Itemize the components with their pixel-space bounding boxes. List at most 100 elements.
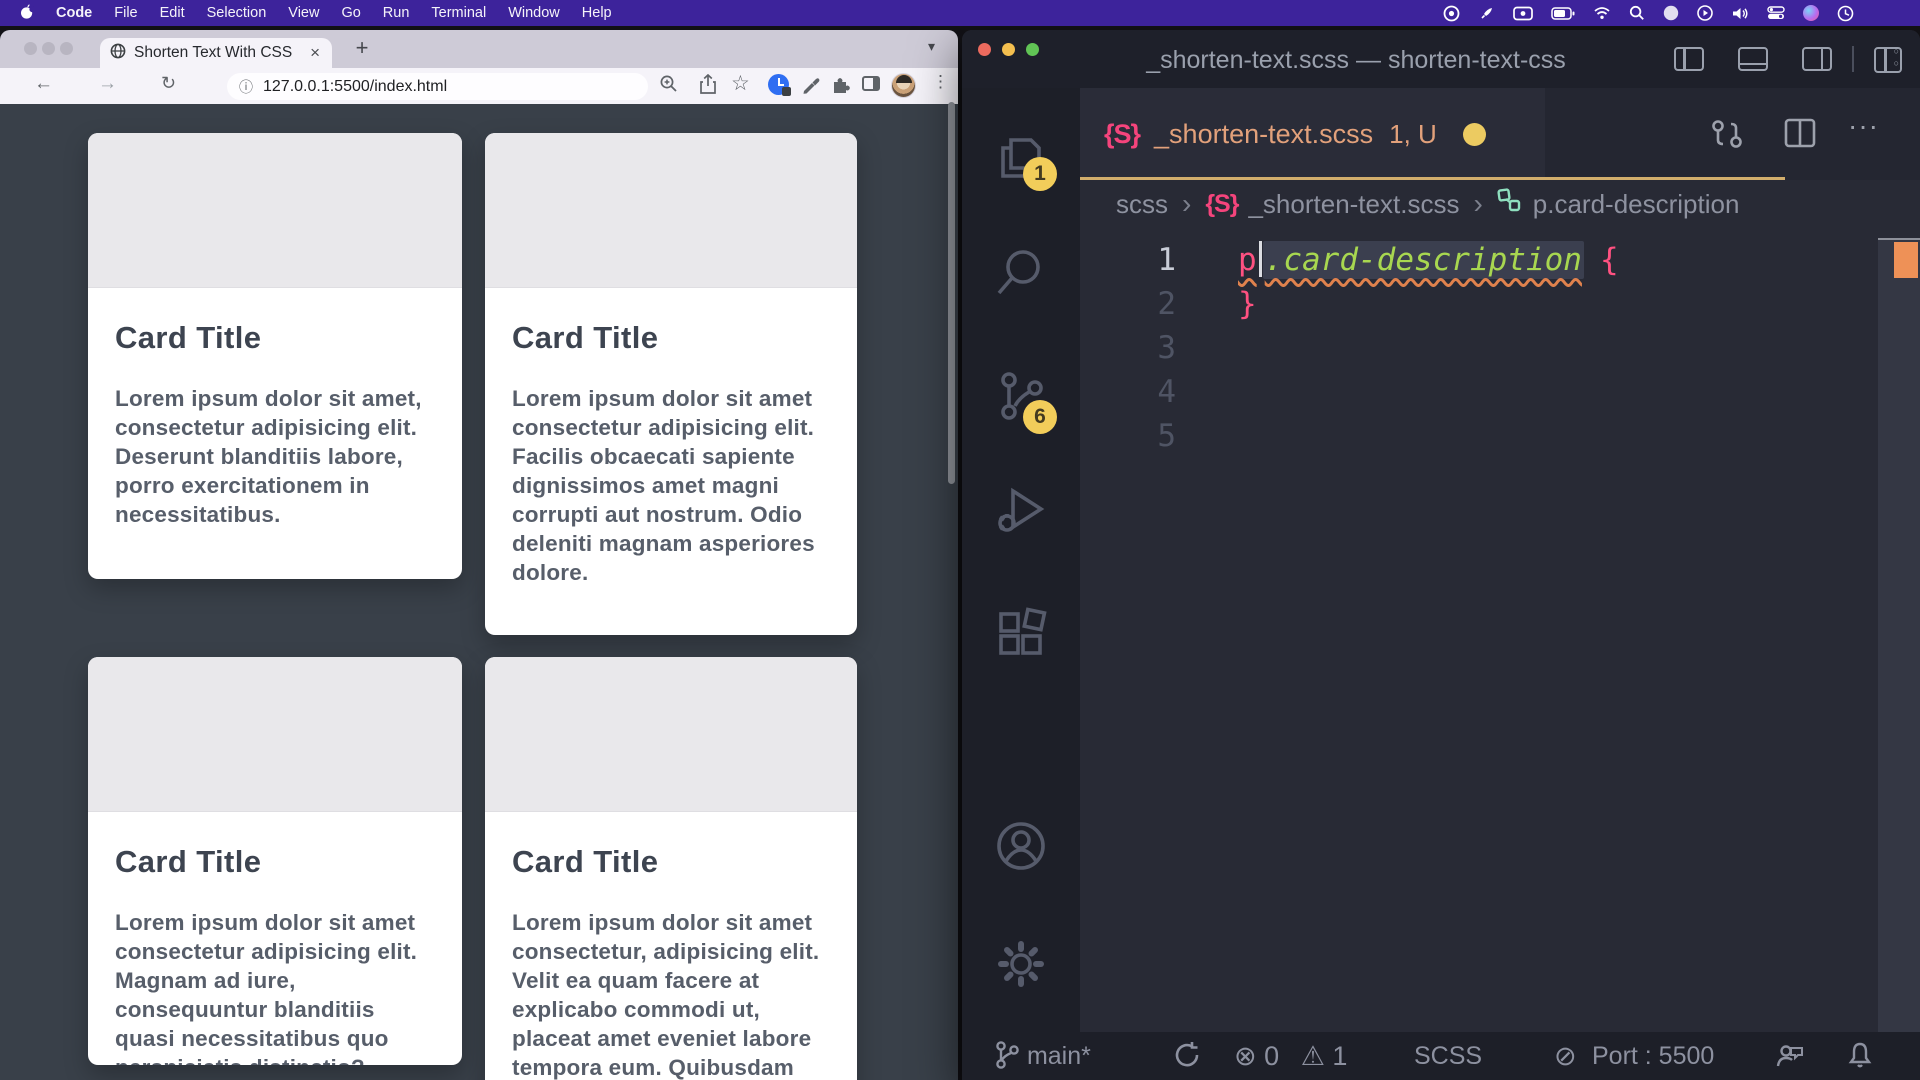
status-bar: main* ⊗ 0 ⚠ 1 SCSS ⊘ Port : 5500 [962, 1032, 1920, 1080]
language-mode-item[interactable]: SCSS [1414, 1032, 1482, 1080]
window-title: _shorten-text.scss — shorten-text-css [962, 30, 1835, 88]
customize-layout-icon[interactable] [1874, 47, 1902, 73]
screen-record-icon[interactable] [1513, 6, 1533, 21]
card-description: Lorem ipsum dolor sit amet consectetur, … [512, 908, 830, 1080]
search-icon[interactable] [993, 243, 1049, 299]
breadcrumbs: scss › {S} _shorten-text.scss › p.card-d… [1080, 180, 1920, 228]
extension-timer-icon[interactable] [768, 74, 789, 95]
card-description: Lorem ipsum dolor sit amet consectetur a… [115, 908, 435, 1065]
card-title: Card Title [512, 320, 830, 356]
menu-help[interactable]: Help [582, 5, 612, 21]
rocket-icon[interactable] [1478, 5, 1495, 22]
menu-file[interactable]: File [114, 5, 137, 21]
spotlight-search-icon[interactable] [1629, 5, 1645, 21]
browser-menu-icon[interactable]: ⋮ [932, 72, 949, 92]
menu-run[interactable]: Run [383, 5, 410, 21]
problems-item[interactable]: ⊗ 0 ⚠ 1 [1234, 1032, 1347, 1080]
git-branch-item[interactable]: main* [994, 1032, 1091, 1080]
side-panel-icon[interactable] [862, 76, 880, 91]
browser-tab-strip: Shorten Text With CSS × + ▾ [0, 30, 958, 68]
breadcrumb-symbol[interactable]: p.card-description [1533, 189, 1740, 220]
token-tag: p [1238, 242, 1257, 278]
colorpicker-extension-icon[interactable] [801, 74, 821, 99]
clock-menu-icon[interactable] [1837, 5, 1854, 22]
address-bar[interactable]: ⓘ 127.0.0.1:5500/index.html [227, 73, 648, 100]
more-actions-icon[interactable]: ··· [1848, 110, 1879, 142]
site-info-icon[interactable]: ⓘ [239, 77, 253, 97]
toggle-sidebar-icon[interactable] [1674, 47, 1704, 71]
new-tab-button[interactable]: + [348, 34, 376, 62]
share-icon[interactable] [699, 74, 717, 100]
close-window-button[interactable] [24, 42, 37, 55]
editor-scrollbar[interactable] [1878, 238, 1920, 1032]
code-editor[interactable]: 1 2 3 4 5 p.card-description{ } [1080, 228, 1920, 1032]
titlebar-separator [1852, 46, 1854, 72]
favicon-globe-icon [110, 43, 126, 64]
bookmark-star-icon[interactable]: ☆ [731, 71, 750, 96]
menu-view[interactable]: View [288, 5, 319, 21]
settings-gear-icon[interactable] [993, 936, 1049, 992]
minimize-window-button[interactable] [42, 42, 55, 55]
menu-go[interactable]: Go [341, 5, 360, 21]
toggle-panel-icon[interactable] [1738, 47, 1768, 71]
split-editor-icon[interactable] [1784, 118, 1816, 153]
menu-window[interactable]: Window [508, 5, 560, 21]
card-description: Lorem ipsum dolor sit amet consectetur a… [512, 384, 830, 587]
lock-badge-icon [782, 87, 791, 96]
circle-slash-icon: ⊘ [1554, 1032, 1577, 1080]
wifi-icon[interactable] [1593, 6, 1611, 20]
zoom-window-button[interactable] [60, 42, 73, 55]
extensions-puzzle-icon[interactable] [830, 74, 851, 100]
card-image-placeholder [485, 133, 857, 288]
activity-bar: 1 6 [962, 88, 1080, 1032]
line-number: 5 [1080, 414, 1176, 458]
editor-tab[interactable]: {S} _shorten-text.scss 1, U [1080, 88, 1545, 180]
forward-button[interactable]: → [98, 73, 117, 95]
profile-avatar[interactable] [891, 73, 916, 98]
feedback-person-icon[interactable] [1774, 1032, 1804, 1080]
browser-scrollbar[interactable] [948, 102, 955, 484]
card-image-placeholder [88, 133, 462, 288]
open-changes-icon[interactable] [1710, 118, 1744, 155]
control-center-icon[interactable] [1767, 6, 1785, 20]
notifications-bell-icon[interactable] [1846, 1032, 1874, 1080]
line-number: 4 [1080, 370, 1176, 414]
warning-icon: ⚠ [1301, 1041, 1325, 1071]
run-debug-icon[interactable] [993, 481, 1049, 537]
line-number: 1 [1080, 238, 1176, 282]
reload-button[interactable]: ↻ [161, 73, 176, 94]
card-description: Lorem ipsum dolor sit amet, consectetur … [115, 384, 435, 529]
extensions-icon[interactable] [993, 606, 1049, 662]
menu-terminal[interactable]: Terminal [431, 5, 486, 21]
menu-edit[interactable]: Edit [160, 5, 185, 21]
card: Card Title Lorem ipsum dolor sit amet, c… [88, 133, 462, 579]
editor-tab-bar: {S} _shorten-text.scss 1, U ··· [1080, 88, 1920, 180]
tab-close-icon[interactable]: × [308, 43, 322, 63]
battery-icon[interactable] [1551, 7, 1575, 20]
breadcrumb-file[interactable]: _shorten-text.scss [1248, 189, 1459, 220]
chevron-right-icon: › [1182, 188, 1191, 220]
volume-icon[interactable] [1731, 6, 1749, 21]
siri-icon[interactable] [1803, 5, 1819, 21]
record-icon[interactable] [1443, 5, 1460, 22]
token-open-brace: { [1600, 242, 1619, 278]
card-image-placeholder [485, 657, 857, 812]
live-server-port-item[interactable]: Port : 5500 [1592, 1032, 1714, 1080]
menu-app-code[interactable]: Code [56, 5, 92, 21]
status-dot-icon[interactable] [1663, 5, 1679, 21]
menu-selection[interactable]: Selection [207, 5, 267, 21]
apple-logo-icon[interactable] [20, 3, 34, 24]
accounts-icon[interactable] [993, 818, 1049, 874]
browser-tab[interactable]: Shorten Text With CSS × [100, 38, 332, 68]
zoom-page-icon[interactable] [659, 74, 679, 99]
toggle-secondary-sidebar-icon[interactable] [1802, 47, 1832, 71]
play-status-icon[interactable] [1697, 5, 1713, 21]
tab-search-chevron-icon[interactable]: ▾ [928, 38, 935, 55]
unsaved-changes-dot[interactable] [1463, 123, 1486, 146]
sync-icon[interactable] [1172, 1032, 1202, 1080]
back-button[interactable]: ← [34, 73, 53, 95]
editor-group: {S} _shorten-text.scss 1, U ··· scss › {… [1080, 88, 1920, 1032]
symbol-class-icon [1497, 188, 1523, 221]
code-line-2: } [1238, 282, 1257, 326]
breadcrumb-folder[interactable]: scss [1116, 189, 1168, 220]
